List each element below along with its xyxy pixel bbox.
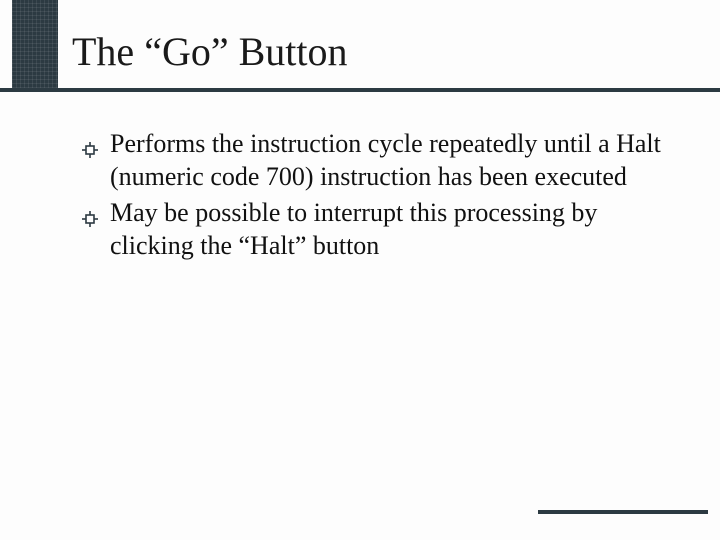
list-item: Performs the instruction cycle repeatedl… [82,128,680,193]
footer-divider [538,510,708,514]
page-title: The “Go” Button [72,28,348,75]
bullet-text: May be possible to interrupt this proces… [110,198,597,260]
list-item: May be possible to interrupt this proces… [82,197,680,262]
corner-pattern [12,0,58,92]
bullet-icon [82,134,98,150]
bullet-text: Performs the instruction cycle repeatedl… [110,129,661,191]
content-area: Performs the instruction cycle repeatedl… [82,128,680,266]
bullet-icon [82,203,98,219]
title-divider [0,88,720,92]
